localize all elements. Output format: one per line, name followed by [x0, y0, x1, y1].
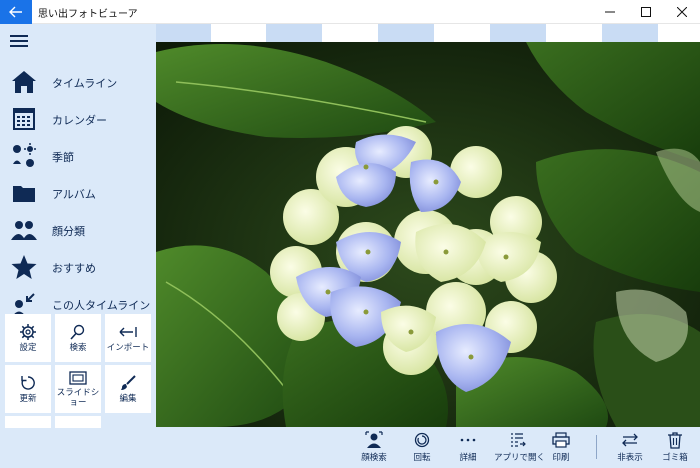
- sidebar-item-label: アルバム: [52, 188, 96, 201]
- command-bar: 顔検索 回転 詳細 アプリで開く 印刷 非表示 ゴミ箱: [156, 427, 700, 468]
- filmstrip-thumb[interactable]: [266, 24, 322, 42]
- trash-button[interactable]: ゴミ箱: [655, 431, 695, 465]
- face-search-icon: [365, 431, 383, 448]
- sidebar-item-faces[interactable]: 顔分類: [0, 212, 156, 248]
- brush-icon: [121, 374, 136, 390]
- search-icon: [70, 324, 85, 340]
- face-search-label: 顔検索: [361, 453, 387, 463]
- maximize-icon: [641, 7, 651, 17]
- refresh-icon: [21, 375, 35, 390]
- rotate-icon: [414, 432, 430, 448]
- sidebar-item-label: タイムライン: [52, 77, 118, 90]
- import-tile[interactable]: インポート: [105, 314, 151, 362]
- back-button[interactable]: [0, 0, 32, 24]
- sidebar-item-timeline[interactable]: タイムライン: [0, 64, 156, 100]
- more-icon: [460, 438, 476, 442]
- hydrangea-photo: [156, 42, 700, 427]
- open-with-button[interactable]: アプリで開く: [494, 431, 546, 465]
- face-search-button[interactable]: 顔検索: [354, 431, 394, 465]
- settings-tile[interactable]: 設定: [5, 314, 51, 362]
- import-icon: [119, 326, 137, 337]
- star-icon: [11, 255, 37, 279]
- sidebar-item-label: おすすめ: [52, 262, 96, 275]
- slideshow-tile[interactable]: スライドショー: [55, 365, 101, 413]
- open-with-label: アプリで開く: [494, 453, 546, 463]
- command-separator: [596, 435, 597, 459]
- swap-icon: [622, 433, 638, 447]
- details-button[interactable]: 詳細: [448, 431, 488, 465]
- gear-icon: [20, 323, 36, 340]
- minimize-button[interactable]: [592, 0, 628, 24]
- trash-icon: [668, 432, 682, 449]
- house-icon: [12, 71, 36, 93]
- calendar-icon: [13, 108, 35, 130]
- sidebar-item-calendar[interactable]: カレンダー: [0, 101, 156, 137]
- close-button[interactable]: [664, 0, 700, 24]
- close-icon: [677, 7, 687, 17]
- tile-label: インポート: [106, 342, 150, 353]
- main-photo[interactable]: [156, 42, 700, 427]
- sidebar-tile-partial[interactable]: [5, 416, 51, 428]
- title-bar: 思い出フォトビューア: [0, 0, 700, 24]
- search-tile[interactable]: 検索: [55, 314, 101, 362]
- sidebar: タイムライン カレンダー 季節 アルバム 顔分類 おすすめ この人タイムライン …: [0, 24, 156, 468]
- minimize-icon: [605, 11, 615, 13]
- sidebar-item-label: 顔分類: [52, 225, 85, 238]
- faces-icon: [11, 221, 37, 240]
- tile-label: 編集: [119, 393, 137, 404]
- filmstrip-thumb[interactable]: [156, 24, 211, 42]
- details-label: 詳細: [459, 453, 477, 463]
- folder-icon: [13, 186, 35, 202]
- hamburger-menu-button[interactable]: [10, 32, 38, 52]
- rotate-button[interactable]: 回転: [402, 431, 442, 465]
- open-with-icon: [511, 433, 526, 447]
- filmstrip-thumb[interactable]: [490, 24, 546, 42]
- refresh-tile[interactable]: 更新: [5, 365, 51, 413]
- tile-label: 更新: [19, 393, 37, 404]
- hide-label: 非表示: [617, 453, 643, 463]
- tile-label: スライドショー: [56, 387, 100, 408]
- app-window: 思い出フォトビューア タイムライン カレンダー 季節 アルバム 顔分類 おすすめ…: [0, 0, 700, 468]
- printer-icon: [552, 432, 570, 448]
- tile-label: 設定: [19, 342, 37, 353]
- sidebar-item-season[interactable]: 季節: [0, 138, 156, 174]
- slideshow-icon: [69, 370, 87, 385]
- sidebar-item-label: 季節: [52, 151, 74, 164]
- back-arrow-icon: [9, 6, 22, 18]
- edit-tile[interactable]: 編集: [105, 365, 151, 413]
- tile-label: 検索: [69, 342, 87, 353]
- sidebar-item-album[interactable]: アルバム: [0, 175, 156, 211]
- app-title: 思い出フォトビューア: [38, 9, 138, 20]
- filmstrip-thumb[interactable]: [378, 24, 434, 42]
- filmstrip-thumb[interactable]: [602, 24, 658, 42]
- trash-label: ゴミ箱: [662, 453, 688, 463]
- hide-button[interactable]: 非表示: [610, 431, 650, 465]
- filmstrip: [156, 24, 700, 42]
- season-icon: [13, 143, 36, 167]
- print-button[interactable]: 印刷: [541, 431, 581, 465]
- print-label: 印刷: [552, 453, 570, 463]
- maximize-button[interactable]: [628, 0, 664, 24]
- rotate-label: 回転: [413, 453, 431, 463]
- sidebar-item-recommended[interactable]: おすすめ: [0, 249, 156, 285]
- sidebar-item-label: カレンダー: [52, 114, 107, 127]
- sidebar-tile-partial[interactable]: [55, 416, 101, 428]
- sidebar-item-label: この人タイムライン: [52, 299, 151, 312]
